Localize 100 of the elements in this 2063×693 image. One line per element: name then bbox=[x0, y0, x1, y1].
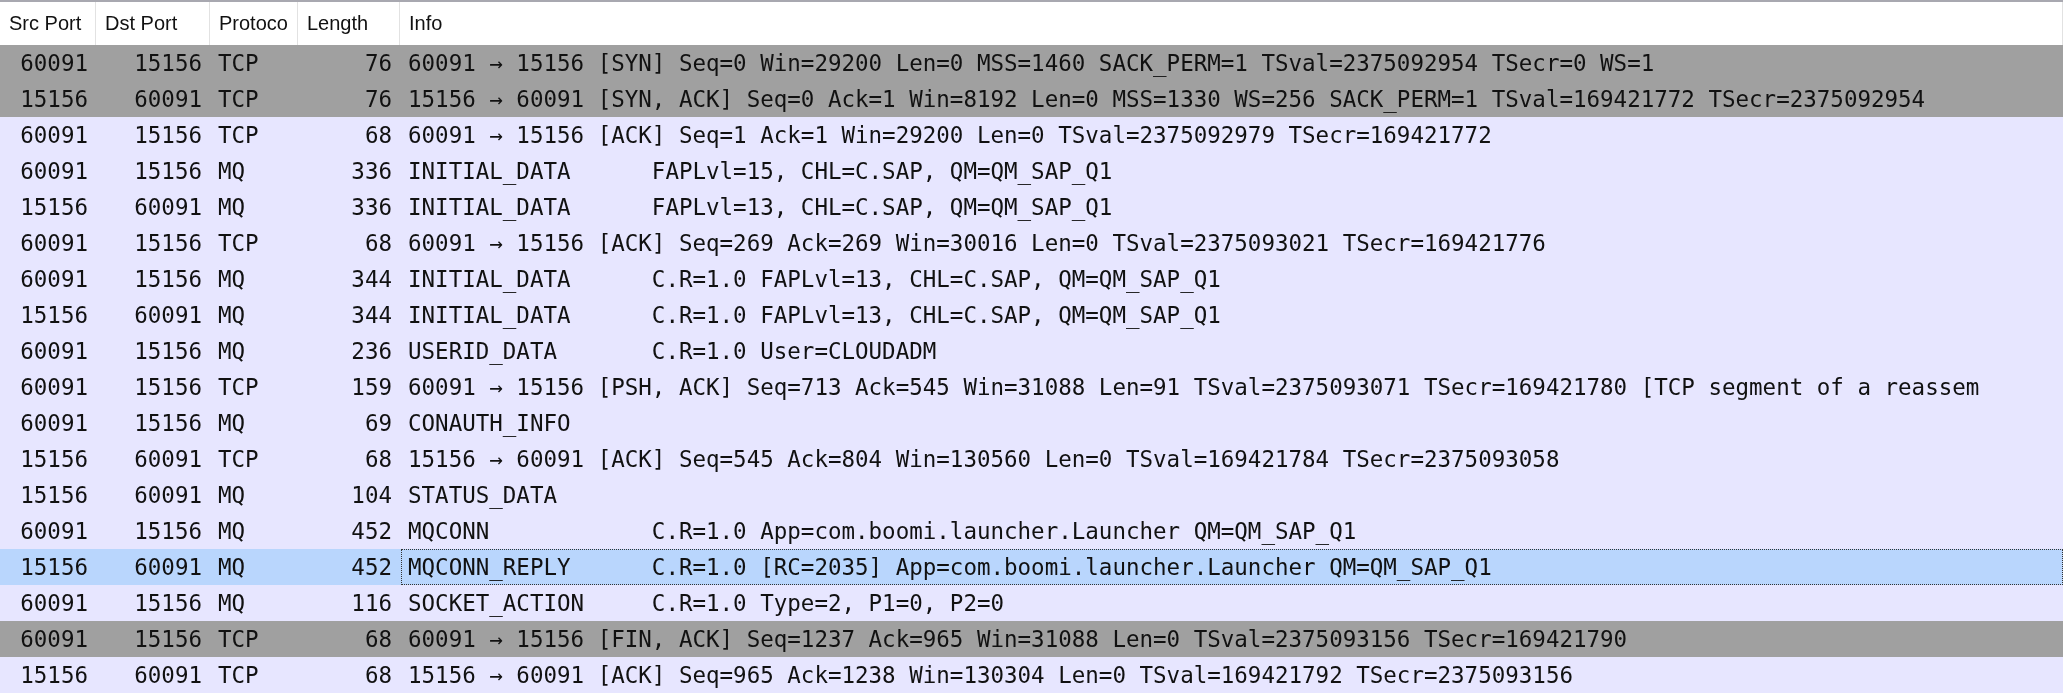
table-cell-text: TCP bbox=[217, 373, 260, 402]
table-cell-text: 15156 bbox=[133, 625, 203, 654]
table-cell-text: 15156 bbox=[19, 193, 89, 222]
table-cell-text: 60091 bbox=[19, 337, 89, 366]
table-cell-text: 69 bbox=[363, 409, 393, 438]
packet-row[interactable]: 60091 15156 MQ 116 SOCKET_ACTION C.R=1.0 Type=2, P1=0, P2=0 bbox=[0, 585, 2063, 621]
table-cell-text: 15156 bbox=[133, 121, 203, 150]
table-cell-text: 15156 bbox=[133, 589, 203, 618]
packet-row[interactable]: 15156 60091 TCP 68 15156 → 60091 [ACK] Seq=965 Ack=1238 Win=130304 Len=0 TSval=169421792 TSecr=2375093156 bbox=[0, 657, 2063, 693]
table-cell-text: 15156 → 60091 [ACK] Seq=965 Ack=1238 Win=130304 Len=0 TSval=169421792 TSecr=2375093156 bbox=[407, 661, 1574, 690]
packet-row[interactable]: 15156 60091 MQ 452 MQCONN_REPLY C.R=1.0 [RC=2035] App=com.boomi.launcher.Launcher QM=QM_SAP_Q1 bbox=[0, 549, 2063, 585]
table-cell-text: MQ bbox=[217, 337, 247, 366]
table-cell-text: 60091 bbox=[133, 301, 203, 330]
table-cell-text: 68 bbox=[363, 229, 393, 258]
table-cell-text: 15156 bbox=[19, 445, 89, 474]
table-cell-text: MQ bbox=[217, 553, 247, 582]
table-cell-text: MQ bbox=[217, 517, 247, 546]
packet-row[interactable]: 60091 15156 MQ 344 INITIAL_DATA C.R=1.0 FAPLvl=13, CHL=C.SAP, QM=QM_SAP_Q1 bbox=[0, 261, 2063, 297]
table-cell-text: MQ bbox=[217, 265, 247, 294]
packet-row[interactable]: 60091 15156 TCP 159 60091 → 15156 [PSH, ACK] Seq=713 Ack=545 Win=31088 Len=91 TSval=2375093071 TSecr=169421780 [TCP segment of a reassem bbox=[0, 369, 2063, 405]
table-cell-text: MQ bbox=[217, 481, 247, 510]
table-cell-text: MQ bbox=[217, 409, 247, 438]
table-cell-text: 60091 bbox=[133, 553, 203, 582]
table-cell-text: 344 bbox=[350, 265, 393, 294]
table-cell-text: 236 bbox=[350, 337, 393, 366]
table-cell-text: 60091 → 15156 [FIN, ACK] Seq=1237 Ack=965 Win=31088 Len=0 TSval=2375093156 TSecr=169421790 bbox=[407, 625, 1629, 654]
table-cell-text: 60091 bbox=[133, 445, 203, 474]
table-cell-text: 76 bbox=[363, 85, 393, 114]
table-cell-text: 15156 → 60091 [SYN, ACK] Seq=0 Ack=1 Win=8192 Len=0 MSS=1330 WS=256 SACK_PERM=1 TSval=169421772 TSecr=2375092954 bbox=[407, 85, 1927, 115]
table-cell-text: 60091 bbox=[19, 625, 89, 654]
table-cell-text: INITIAL_DATA C.R=1.0 FAPLvl=13, CHL=C.SAP, QM=QM_SAP_Q1 bbox=[407, 265, 1222, 295]
table-cell-text: 68 bbox=[363, 445, 393, 474]
table-cell-text: TCP bbox=[217, 49, 260, 78]
table-cell-text: 15156 bbox=[133, 157, 203, 186]
table-cell-text: 15156 bbox=[133, 373, 203, 402]
packet-row[interactable]: 15156 60091 MQ 344 INITIAL_DATA C.R=1.0 FAPLvl=13, CHL=C.SAP, QM=QM_SAP_Q1 bbox=[0, 297, 2063, 333]
table-cell-text: 15156 bbox=[19, 481, 89, 510]
table-cell-text: TCP bbox=[217, 121, 260, 150]
table-cell-text: 15156 bbox=[133, 229, 203, 258]
table-cell-text: 60091 bbox=[19, 373, 89, 402]
table-cell-text: STATUS_DATA bbox=[407, 481, 558, 511]
table-cell-text: MQCONN C.R=1.0 App=com.boomi.launcher.Launcher QM=QM_SAP_Q1 bbox=[407, 517, 1358, 547]
table-cell-text: INITIAL_DATA FAPLvl=13, CHL=C.SAP, QM=QM_SAP_Q1 bbox=[407, 193, 1114, 223]
table-cell-text: MQ bbox=[217, 301, 247, 330]
table-cell-text: 15156 bbox=[133, 337, 203, 366]
table-cell-text: 60091 bbox=[133, 661, 203, 690]
packet-row[interactable]: 60091 15156 TCP 68 60091 → 15156 [ACK] Seq=269 Ack=269 Win=30016 Len=0 TSval=2375093021 TSecr=169421776 bbox=[0, 225, 2063, 261]
packet-row[interactable]: 60091 15156 TCP 68 60091 → 15156 [FIN, ACK] Seq=1237 Ack=965 Win=31088 Len=0 TSval=2375093156 TSecr=169421790 bbox=[0, 621, 2063, 657]
table-cell-text: CONAUTH_INFO bbox=[407, 409, 572, 439]
table-cell-text: 60091 → 15156 [ACK] Seq=269 Ack=269 Win=30016 Len=0 TSval=2375093021 TSecr=169421776 bbox=[407, 229, 1547, 258]
packet-row[interactable]: 60091 15156 MQ 236 USERID_DATA C.R=1.0 User=CLOUDADM bbox=[0, 333, 2063, 369]
table-cell-text: 60091 bbox=[19, 229, 89, 258]
table-cell-text: 60091 bbox=[19, 589, 89, 618]
table-cell-text: 60091 bbox=[19, 409, 89, 438]
table-cell-text: 15156 → 60091 [ACK] Seq=545 Ack=804 Win=130560 Len=0 TSval=169421784 TSecr=2375093058 bbox=[407, 445, 1561, 474]
table-cell-text: USERID_DATA C.R=1.0 User=CLOUDADM bbox=[407, 337, 938, 367]
table-cell-text: TCP bbox=[217, 661, 260, 690]
table-cell-text: 452 bbox=[350, 553, 393, 582]
table-cell-text: 336 bbox=[350, 193, 393, 222]
packet-row[interactable]: 60091 15156 MQ 336 INITIAL_DATA FAPLvl=15, CHL=C.SAP, QM=QM_SAP_Q1 bbox=[0, 153, 2063, 189]
packet-row[interactable]: 15156 60091 MQ 104 STATUS_DATA bbox=[0, 477, 2063, 513]
packet-row[interactable]: 15156 60091 TCP 76 15156 → 60091 [SYN, ACK] Seq=0 Ack=1 Win=8192 Len=0 MSS=1330 WS=256 SACK_PERM=1 TSval=169421772 TSecr=2375092954 bbox=[0, 81, 2063, 117]
table-cell-text: 60091 bbox=[19, 49, 89, 78]
table-cell-text: 15156 bbox=[19, 553, 89, 582]
table-cell-text: 15156 bbox=[133, 409, 203, 438]
table-cell-text: 68 bbox=[363, 661, 393, 690]
table-cell-text: SOCKET_ACTION C.R=1.0 Type=2, P1=0, P2=0 bbox=[407, 589, 1006, 619]
table-cell-text: TCP bbox=[217, 445, 260, 474]
table-cell-text: 15156 bbox=[133, 265, 203, 294]
table-cell-text: INITIAL_DATA FAPLvl=15, CHL=C.SAP, QM=QM_SAP_Q1 bbox=[407, 157, 1114, 187]
table-cell-text: TCP bbox=[217, 229, 260, 258]
table-cell-text: 60091 → 15156 [ACK] Seq=1 Ack=1 Win=29200 Len=0 TSval=2375092979 TSecr=169421772 bbox=[407, 121, 1493, 150]
table-cell-text: MQ bbox=[217, 589, 247, 618]
table-cell-text: TCP bbox=[217, 85, 260, 114]
table-cell-text: 60091 bbox=[19, 157, 89, 186]
table-cell-text: 159 bbox=[350, 373, 393, 402]
table-cell-text: 60091 bbox=[19, 265, 89, 294]
table-cell-text: 60091 bbox=[19, 517, 89, 546]
table-cell-text: 344 bbox=[350, 301, 393, 330]
table-cell-text: 104 bbox=[350, 481, 393, 510]
packet-row[interactable]: 15156 60091 TCP 68 15156 → 60091 [ACK] Seq=545 Ack=804 Win=130560 Len=0 TSval=169421784 TSecr=2375093058 bbox=[0, 441, 2063, 477]
table-cell-text: 452 bbox=[350, 517, 393, 546]
packet-row[interactable]: 60091 15156 TCP 68 60091 → 15156 [ACK] Seq=1 Ack=1 Win=29200 Len=0 TSval=2375092979 TSecr=169421772 bbox=[0, 117, 2063, 153]
table-cell-text: 15156 bbox=[19, 661, 89, 690]
table-cell-text: 116 bbox=[350, 589, 393, 618]
table-cell-text: 336 bbox=[350, 157, 393, 186]
table-cell-text: 68 bbox=[363, 121, 393, 150]
table-cell-text: 60091 bbox=[19, 121, 89, 150]
table-cell-text: 60091 bbox=[133, 481, 203, 510]
table-cell-text: MQ bbox=[217, 193, 247, 222]
table-cell-text: 15156 bbox=[133, 49, 203, 78]
packet-row[interactable]: 60091 15156 MQ 69 CONAUTH_INFO bbox=[0, 405, 2063, 441]
table-cell-text: 76 bbox=[363, 49, 393, 78]
table-cell-text: 15156 bbox=[133, 517, 203, 546]
table-cell-text: MQ bbox=[217, 157, 247, 186]
packet-row[interactable]: 60091 15156 MQ 452 MQCONN C.R=1.0 App=com.boomi.launcher.Launcher QM=QM_SAP_Q1 bbox=[0, 513, 2063, 549]
packet-row[interactable]: 60091 15156 TCP 76 60091 → 15156 [SYN] Seq=0 Win=29200 Len=0 MSS=1460 SACK_PERM=1 TSval=2375092954 TSecr=0 WS=1 bbox=[0, 45, 2063, 81]
table-cell-text: 15156 bbox=[19, 301, 89, 330]
table-cell-text: 60091 → 15156 [SYN] Seq=0 Win=29200 Len=0 MSS=1460 SACK_PERM=1 TSval=2375092954 TSecr=0 WS=1 bbox=[407, 49, 1656, 79]
packet-row[interactable]: 15156 60091 MQ 336 INITIAL_DATA FAPLvl=13, CHL=C.SAP, QM=QM_SAP_Q1 bbox=[0, 189, 2063, 225]
